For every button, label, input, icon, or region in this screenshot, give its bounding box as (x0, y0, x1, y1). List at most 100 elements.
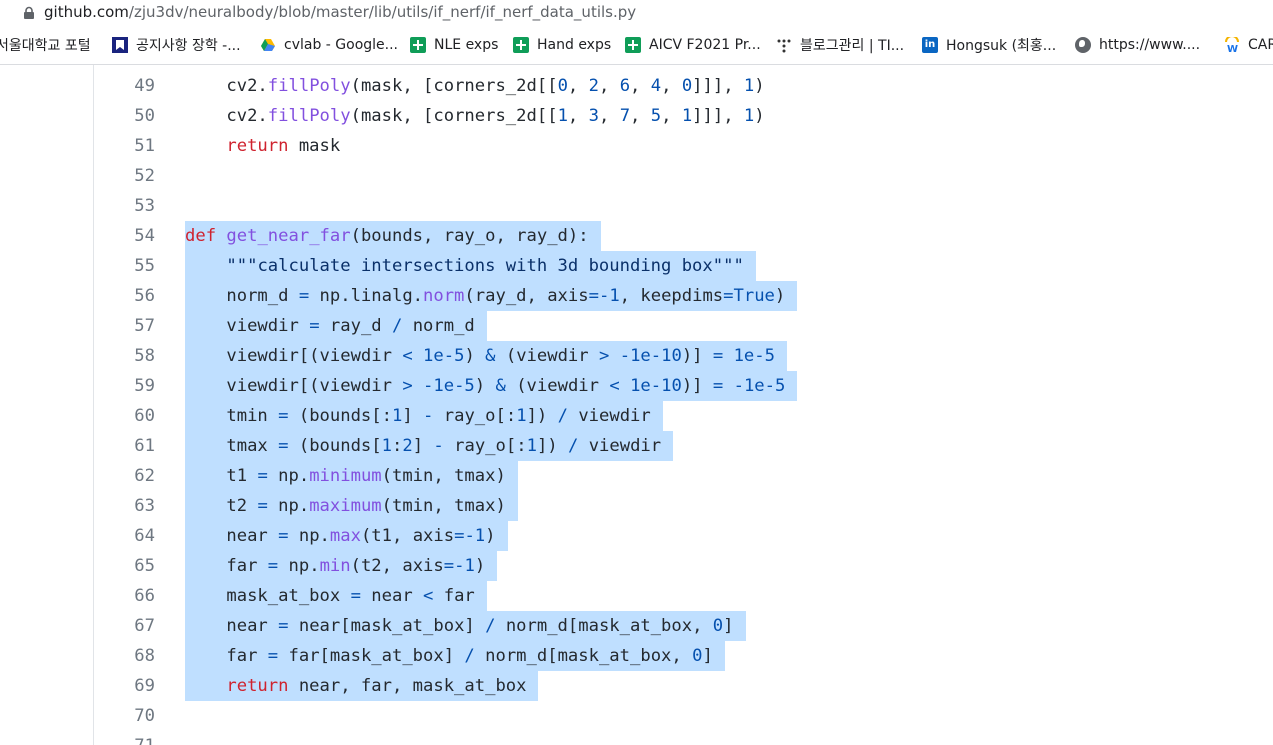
code-line: 58 viewdir[(viewdir < 1e-5) & (viewdir >… (0, 341, 1273, 371)
bookmark-item[interactable]: AICV F2021 Pr... (625, 35, 761, 55)
code-line: 60 tmin = (bounds[:1] - ray_o[:1]) / vie… (0, 401, 1273, 431)
bookmark-item[interactable]: W CAR (1224, 35, 1273, 55)
line-number[interactable]: 55 (95, 256, 155, 276)
line-number[interactable]: 58 (95, 346, 155, 366)
bookmark-label: 서울대학교 포털 (0, 38, 91, 54)
code-text: viewdir[(viewdir < 1e-5) & (viewdir > -1… (185, 341, 787, 371)
code-token: (bounds[ (288, 436, 382, 456)
code-text: viewdir = ray_d / norm_d (185, 311, 487, 341)
code-token: minimum (309, 466, 382, 486)
code-token: 7 (619, 106, 631, 126)
bookmark-item[interactable]: 공지사항 장학 -... (112, 35, 241, 55)
code-token: 1 (743, 76, 755, 96)
line-number[interactable]: 71 (95, 736, 155, 745)
code-token: (t1, axis (360, 526, 455, 546)
code-token: far (433, 586, 475, 606)
line-number[interactable]: 62 (95, 466, 155, 486)
bookmark-item[interactable]: cvlab - Google... (260, 35, 398, 55)
line-number[interactable]: 68 (95, 646, 155, 666)
line-number[interactable]: 57 (95, 316, 155, 336)
code-text: near = near[mask_at_box] / norm_d[mask_a… (185, 611, 746, 641)
lock-icon[interactable] (22, 6, 36, 20)
code-view: 49 cv2.fillPoly(mask, [corners_2d[[0, 2,… (0, 65, 1273, 745)
url-text[interactable]: github.com/zju3dv/neuralbody/blob/master… (44, 3, 636, 21)
bookmark-item[interactable]: https://www.... (1075, 35, 1200, 55)
code-token: fillPoly (267, 106, 351, 126)
code-line: 49 cv2.fillPoly(mask, [corners_2d[[0, 2,… (0, 71, 1273, 101)
line-number[interactable]: 63 (95, 496, 155, 516)
code-token: 0 (557, 76, 568, 96)
line-number[interactable]: 61 (95, 436, 155, 456)
code-token: ]]], (692, 76, 744, 96)
code-line: 71 (0, 731, 1273, 745)
code-token: (tmin, tmax) (381, 466, 506, 486)
code-token: tmin (185, 406, 279, 426)
line-number[interactable]: 70 (95, 706, 155, 726)
code-token: ] (723, 616, 734, 636)
code-text: cv2.fillPoly(mask, [corners_2d[[0, 2, 6,… (185, 71, 777, 101)
address-bar[interactable]: github.com/zju3dv/neuralbody/blob/master… (0, 0, 1273, 26)
code-token: (tmin, tmax) (381, 496, 506, 516)
code-token: np. (278, 556, 320, 576)
code-token: 1e-10 (630, 346, 682, 366)
line-number[interactable]: 67 (95, 616, 155, 636)
code-line: 70 (0, 701, 1273, 731)
code-token: 1e-5 (433, 376, 475, 396)
bookmark-item[interactable]: 블로그관리 | TI... (776, 35, 904, 55)
code-line: 69 return near, far, mask_at_box (0, 671, 1273, 701)
bookmark-item[interactable]: in Hongsuk (최홍... (922, 35, 1056, 55)
code-token: ray_o[: (433, 406, 517, 426)
bookmark-label: Hongsuk (최홍... (946, 38, 1057, 54)
code-line: 53 (0, 191, 1273, 221)
bookmark-item[interactable]: 서울대학교 포털 (0, 35, 91, 55)
code-token: cv2. (185, 76, 268, 96)
code-token: -1 (454, 556, 475, 576)
code-token: = (257, 466, 268, 486)
code-token: return (185, 136, 289, 156)
line-number[interactable]: 56 (95, 286, 155, 306)
line-number[interactable]: 51 (95, 136, 155, 156)
code-token: ]) (536, 436, 568, 456)
code-token: < (402, 346, 413, 366)
code-token: - (433, 436, 444, 456)
google-sheets-icon (625, 37, 641, 53)
line-number[interactable]: 65 (95, 556, 155, 576)
line-number[interactable]: 60 (95, 406, 155, 426)
line-number[interactable]: 59 (95, 376, 155, 396)
bookmark-item[interactable]: NLE exps (410, 35, 498, 55)
code-token: cv2. (185, 106, 268, 126)
line-number[interactable]: 50 (95, 106, 155, 126)
line-number[interactable]: 54 (95, 226, 155, 246)
line-number[interactable]: 49 (95, 76, 155, 96)
line-number[interactable]: 69 (95, 676, 155, 696)
code-token: & (495, 376, 506, 396)
code-line: 67 near = near[mask_at_box] / norm_d[mas… (0, 611, 1273, 641)
code-token: 1e-5 (743, 376, 786, 396)
bookmark-item[interactable]: Hand exps (513, 35, 611, 55)
code-token: -1 (598, 286, 620, 306)
code-line: 56 norm_d = np.linalg.norm(ray_d, axis=-… (0, 281, 1273, 311)
line-number[interactable]: 52 (95, 166, 155, 186)
line-number[interactable]: 64 (95, 526, 155, 546)
code-token: mask (288, 136, 341, 156)
code-text: cv2.fillPoly(mask, [corners_2d[[1, 3, 7,… (185, 101, 777, 131)
code-token: (bounds, ray_o, ray_d): (350, 226, 589, 246)
code-token: )] (681, 346, 713, 366)
code-text: norm_d = np.linalg.norm(ray_d, axis=-1, … (185, 281, 798, 311)
code-token: ray_d (319, 316, 392, 336)
line-number[interactable]: 53 (95, 196, 155, 216)
line-number[interactable]: 66 (95, 586, 155, 606)
code-token: , keepdims (619, 286, 724, 306)
code-token: viewdir (578, 436, 662, 456)
code-text: viewdir[(viewdir > -1e-5) & (viewdir < 1… (185, 371, 798, 401)
code-token: 5 (650, 106, 662, 126)
code-token: < (423, 586, 434, 606)
code-token: , (598, 76, 620, 96)
code-token: , (661, 106, 682, 126)
code-token: - (619, 346, 631, 366)
